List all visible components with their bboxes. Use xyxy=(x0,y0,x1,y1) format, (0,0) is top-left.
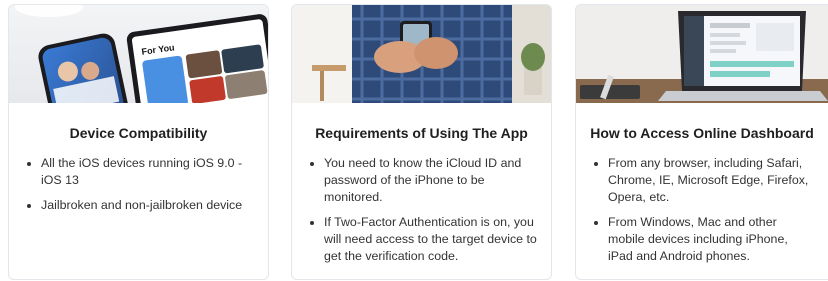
bullet-list: You need to know the iCloud ID and passw… xyxy=(292,155,551,265)
list-item: If Two-Factor Authentication is on, you … xyxy=(324,214,537,265)
list-item: From Windows, Mac and other mobile devic… xyxy=(608,214,814,265)
list-item: From any browser, including Safari, Chro… xyxy=(608,155,814,206)
bullet-list: From any browser, including Safari, Chro… xyxy=(576,155,828,265)
card-device-compatibility: For You Device Compatibility All the iOS… xyxy=(8,4,269,280)
hands-smartphone-image xyxy=(292,5,551,103)
list-item: You need to know the iCloud ID and passw… xyxy=(324,155,537,206)
card-title: Device Compatibility xyxy=(69,125,208,141)
card-online-dashboard: How to Access Online Dashboard From any … xyxy=(575,4,828,280)
bullet-list: All the iOS devices running iOS 9.0 - iO… xyxy=(9,155,268,214)
card-title: Requirements of Using The App xyxy=(315,125,528,141)
laptop-dashboard-image xyxy=(576,5,828,103)
phones-tablet-image: For You xyxy=(9,5,268,103)
card-title: How to Access Online Dashboard xyxy=(590,125,814,141)
list-item: Jailbroken and non-jailbroken device xyxy=(41,197,254,214)
card-requirements: Requirements of Using The App You need t… xyxy=(291,4,552,280)
list-item: All the iOS devices running iOS 9.0 - iO… xyxy=(41,155,254,189)
feature-cards: For You Device Compatibility All the iOS… xyxy=(0,0,828,281)
